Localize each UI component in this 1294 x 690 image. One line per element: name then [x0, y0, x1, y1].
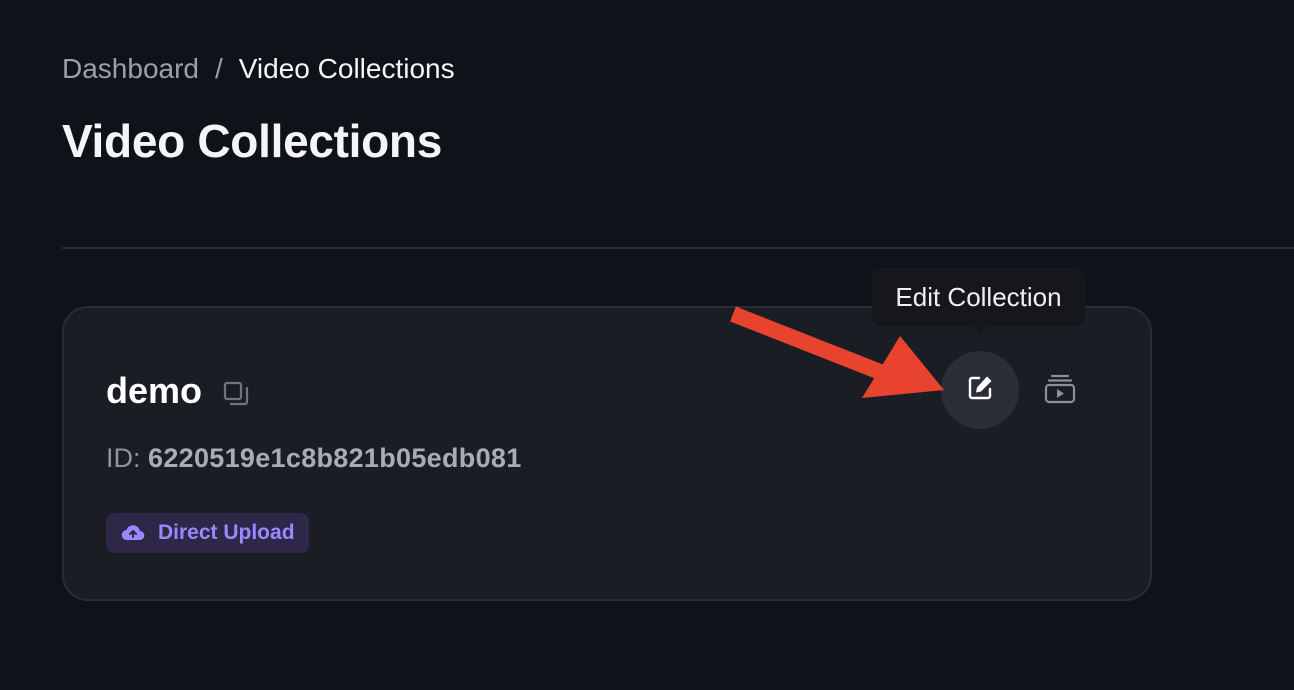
breadcrumb-dashboard-link[interactable]: Dashboard	[62, 50, 199, 88]
collection-name: demo	[106, 370, 203, 411]
edit-collection-button[interactable]	[941, 351, 1019, 429]
upload-type-badge: Direct Upload	[106, 513, 309, 553]
tooltip-caret	[970, 325, 988, 334]
edit-icon	[964, 372, 996, 409]
breadcrumb-current: Video Collections	[238, 53, 455, 84]
collection-card: demo ID: 6220519e1c8b821b05edb081 Direct…	[62, 306, 1152, 601]
cloud-upload-icon	[120, 520, 146, 546]
edit-collection-tooltip: Edit Collection	[872, 268, 1085, 326]
copy-icon[interactable]	[222, 380, 250, 408]
collection-id-value: 6220519e1c8b821b05edb081	[148, 443, 522, 473]
section-divider	[62, 247, 1294, 249]
video-collections-page: Dashboard / Video Collections Video Coll…	[0, 0, 1294, 690]
collection-id-label: ID:	[106, 443, 141, 473]
breadcrumb-separator: /	[214, 53, 223, 84]
breadcrumb: Dashboard / Video Collections	[62, 50, 455, 88]
play-collection-button[interactable]	[1036, 366, 1084, 414]
playlist-play-icon	[1043, 371, 1077, 410]
collection-id: ID: 6220519e1c8b821b05edb081	[106, 440, 522, 476]
upload-type-label: Direct Upload	[158, 521, 295, 544]
page-title: Video Collections	[62, 115, 443, 167]
